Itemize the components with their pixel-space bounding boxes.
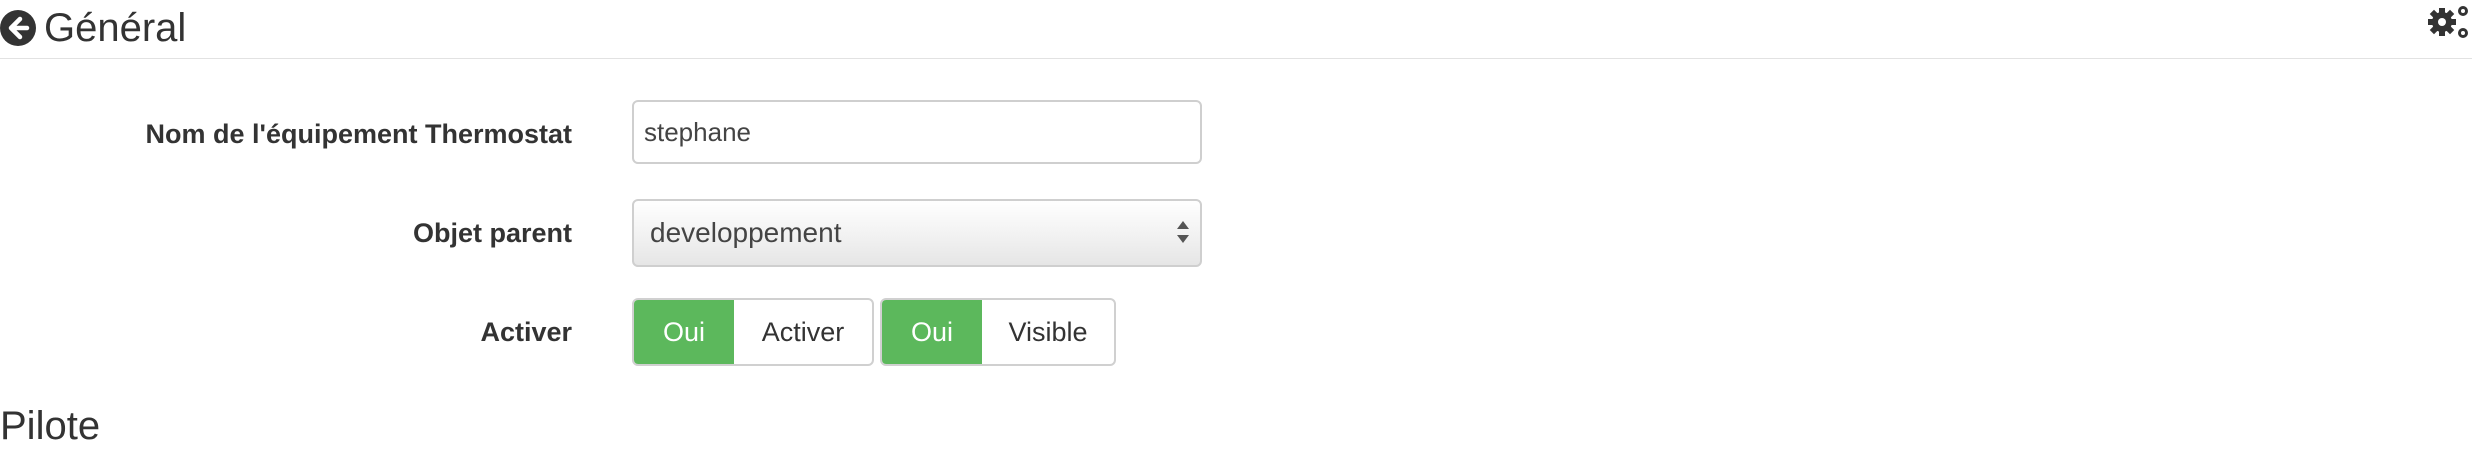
parent-select-value: developpement: [650, 217, 842, 248]
visible-toggle-state[interactable]: Oui: [882, 300, 982, 364]
activer-label: Activer: [480, 317, 572, 347]
page-header: Général: [0, 0, 2472, 59]
enable-toggle-label[interactable]: Activer: [734, 300, 872, 364]
parent-select[interactable]: developpement: [632, 199, 1202, 267]
form-row-activer: Activer Oui Activer Oui Visible: [0, 298, 1300, 366]
enable-toggle[interactable]: Oui Activer: [632, 298, 874, 366]
parent-label: Objet parent: [412, 218, 572, 248]
name-input[interactable]: [632, 100, 1202, 164]
select-arrows-icon: [1177, 221, 1189, 243]
visible-toggle-label[interactable]: Visible: [982, 300, 1114, 364]
section-title-pilote: Pilote: [0, 404, 101, 448]
enable-toggle-state[interactable]: Oui: [634, 300, 734, 364]
gears-icon[interactable]: [2426, 2, 2472, 42]
page-title: Général: [44, 6, 187, 50]
arrow-circle-left-icon[interactable]: [0, 10, 36, 46]
name-label: Nom de l'équipement Thermostat: [145, 119, 572, 149]
form-row-parent: Objet parent developpement: [0, 199, 1300, 267]
form-row-name: Nom de l'équipement Thermostat: [0, 100, 1300, 168]
visible-toggle[interactable]: Oui Visible: [880, 298, 1116, 366]
